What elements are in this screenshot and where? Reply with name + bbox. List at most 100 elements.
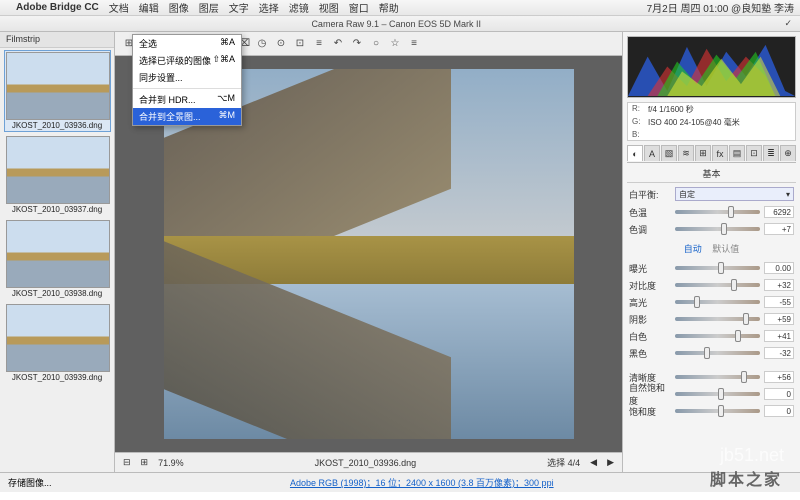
adjustments-panel: R:f/4 1/1600 秒 G:ISO 400 24-105@40 毫米 B:… bbox=[622, 32, 800, 472]
menu-sync-settings[interactable]: 同步设置... bbox=[133, 69, 241, 86]
slider-label: 色温 bbox=[629, 206, 671, 219]
slider-knob[interactable] bbox=[721, 223, 727, 235]
menu-item[interactable]: 图像 bbox=[169, 0, 189, 15]
panel-tabs: ◐ A ▧ ≋ ⊞ fx ▤ ⊡ ≣ ⊕ bbox=[627, 145, 796, 163]
slider-track[interactable] bbox=[675, 300, 760, 304]
slider-knob[interactable] bbox=[728, 206, 734, 218]
rotate-cw-icon[interactable]: ↷ bbox=[349, 36, 365, 52]
redeye-tool-icon[interactable]: ◷ bbox=[254, 36, 270, 52]
slider-track[interactable] bbox=[675, 375, 760, 379]
slider-value[interactable]: -32 bbox=[764, 347, 794, 359]
slider-value[interactable]: 0 bbox=[764, 405, 794, 417]
tab-basic[interactable]: ◐ bbox=[627, 145, 643, 161]
slider-track[interactable] bbox=[675, 392, 760, 396]
slider-row: 曝光0.00 bbox=[629, 260, 794, 276]
tab-cal[interactable]: ⊡ bbox=[746, 145, 762, 161]
slider-knob[interactable] bbox=[741, 371, 747, 383]
slider-knob[interactable] bbox=[718, 388, 724, 400]
slider-value[interactable]: +32 bbox=[764, 279, 794, 291]
rotate-ccw-icon[interactable]: ↶ bbox=[330, 36, 346, 52]
tab-curve[interactable]: A bbox=[644, 145, 660, 161]
tab-detail[interactable]: ▧ bbox=[661, 145, 677, 161]
app-name[interactable]: Adobe Bridge CC bbox=[16, 2, 99, 13]
default-link[interactable]: 默认值 bbox=[712, 244, 739, 254]
zoom-in-icon[interactable]: ⊞ bbox=[141, 457, 149, 468]
wb-select[interactable]: 自定 ▾ bbox=[675, 187, 794, 201]
menu-item[interactable]: 窗口 bbox=[349, 0, 369, 15]
menu-item[interactable]: 滤镜 bbox=[289, 0, 309, 15]
slider-row: 阴影+59 bbox=[629, 311, 794, 327]
brush-tool-icon[interactable]: ⊙ bbox=[273, 36, 289, 52]
slider-value[interactable]: 0 bbox=[764, 388, 794, 400]
slider-knob[interactable] bbox=[735, 330, 741, 342]
thumbnail-item[interactable]: JKOST_2010_03937.dng bbox=[4, 134, 111, 216]
slider-track[interactable] bbox=[675, 210, 760, 214]
tab-hsl[interactable]: ≋ bbox=[678, 145, 694, 161]
histogram[interactable] bbox=[627, 36, 796, 98]
prefs-icon[interactable]: ≡ bbox=[406, 36, 422, 52]
slider-track[interactable] bbox=[675, 227, 760, 231]
radial-tool-icon[interactable]: ≡ bbox=[311, 36, 327, 52]
workflow-link[interactable]: Adobe RGB (1998)；16 位；2400 x 1600 (3.8 百… bbox=[290, 476, 554, 489]
thumbnail-image bbox=[6, 304, 110, 372]
slider-knob[interactable] bbox=[718, 262, 724, 274]
menu-item[interactable]: 图层 bbox=[199, 0, 219, 15]
slider-knob[interactable] bbox=[704, 347, 710, 359]
thumbnail-image bbox=[6, 136, 110, 204]
thumbnail-image bbox=[6, 220, 110, 288]
slider-knob[interactable] bbox=[731, 279, 737, 291]
menu-select-all[interactable]: 全选⌘A bbox=[133, 35, 241, 52]
panel-title: 基本 bbox=[627, 167, 796, 183]
slider-knob[interactable] bbox=[718, 405, 724, 417]
chevron-down-icon: ▾ bbox=[786, 190, 790, 199]
tab-split[interactable]: ⊞ bbox=[695, 145, 711, 161]
thumbnail-image bbox=[6, 52, 110, 120]
slider-track[interactable] bbox=[675, 266, 760, 270]
slider-track[interactable] bbox=[675, 317, 760, 321]
thumbnail-item[interactable]: JKOST_2010_03936.dng bbox=[4, 50, 111, 132]
menu-item[interactable]: 文字 bbox=[229, 0, 249, 15]
star-tool-icon[interactable]: ☆ bbox=[387, 36, 403, 52]
slider-value[interactable]: 6292 bbox=[764, 206, 794, 218]
thumbnail-item[interactable]: JKOST_2010_03938.dng bbox=[4, 218, 111, 300]
mark-tool-icon[interactable]: ○ bbox=[368, 36, 384, 52]
slider-knob[interactable] bbox=[694, 296, 700, 308]
meta-label: B: bbox=[632, 130, 648, 139]
thumbnail-item[interactable]: JKOST_2010_03939.dng bbox=[4, 302, 111, 384]
mac-menubar: Adobe Bridge CC 文档 编辑 图像 图层 文字 选择 滤镜 视图 … bbox=[0, 0, 800, 16]
preview-checkbox[interactable]: ✓ bbox=[784, 18, 792, 29]
zoom-out-icon[interactable]: ⊟ bbox=[123, 457, 131, 468]
tab-fx[interactable]: fx bbox=[712, 145, 728, 161]
watermark: jb51.net bbox=[720, 445, 784, 466]
slider-track[interactable] bbox=[675, 334, 760, 338]
slider-knob[interactable] bbox=[743, 313, 749, 325]
slider-value[interactable]: 0.00 bbox=[764, 262, 794, 274]
slider-row: 色调+7 bbox=[629, 221, 794, 237]
menu-item[interactable]: 视图 bbox=[319, 0, 339, 15]
save-image-button[interactable]: 存储图像... bbox=[8, 476, 52, 489]
menu-item[interactable]: 选择 bbox=[259, 0, 279, 15]
menu-item[interactable]: 文档 bbox=[109, 0, 129, 15]
menu-select-rated[interactable]: 选择已评级的图像⇧⌘A bbox=[133, 52, 241, 69]
tab-snap[interactable]: ⊕ bbox=[780, 145, 796, 161]
tab-preset[interactable]: ≣ bbox=[763, 145, 779, 161]
menu-merge-hdr[interactable]: 合并到 HDR...⌥M bbox=[133, 91, 241, 108]
grad-tool-icon[interactable]: ⊡ bbox=[292, 36, 308, 52]
slider-track[interactable] bbox=[675, 351, 760, 355]
meta-value: f/4 1/1600 秒 bbox=[648, 104, 694, 115]
menu-item[interactable]: 编辑 bbox=[139, 0, 159, 15]
slider-value[interactable]: -55 bbox=[764, 296, 794, 308]
menu-item[interactable]: 帮助 bbox=[379, 0, 399, 15]
zoom-level[interactable]: 71.9% bbox=[158, 458, 184, 468]
slider-value[interactable]: +7 bbox=[764, 223, 794, 235]
slider-track[interactable] bbox=[675, 409, 760, 413]
prev-image-icon[interactable]: ◀ bbox=[590, 457, 597, 468]
auto-link[interactable]: 自动 bbox=[684, 244, 702, 254]
next-image-icon[interactable]: ▶ bbox=[607, 457, 614, 468]
slider-value[interactable]: +56 bbox=[764, 371, 794, 383]
menu-merge-panorama[interactable]: 合并到全景图...⌘M bbox=[133, 108, 241, 125]
tab-lens[interactable]: ▤ bbox=[729, 145, 745, 161]
slider-value[interactable]: +59 bbox=[764, 313, 794, 325]
slider-value[interactable]: +41 bbox=[764, 330, 794, 342]
slider-track[interactable] bbox=[675, 283, 760, 287]
